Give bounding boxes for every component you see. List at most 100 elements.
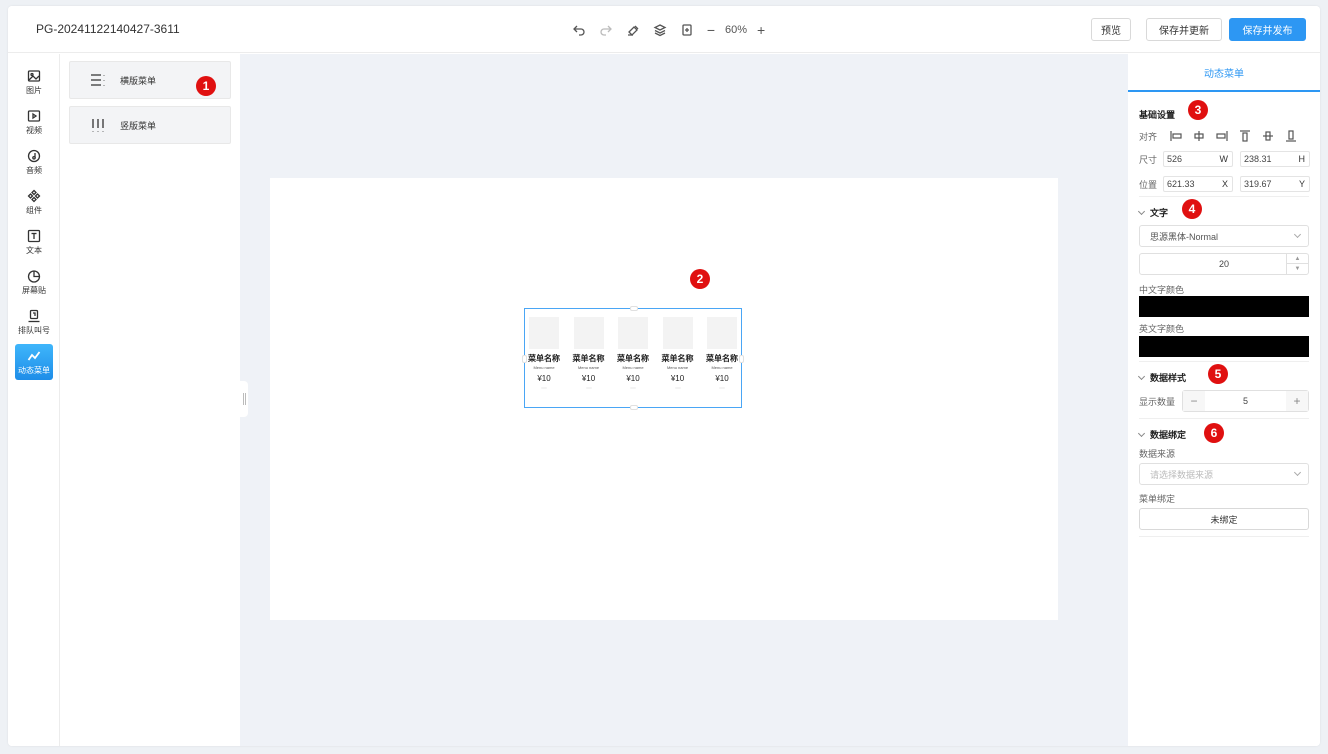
redo-icon[interactable] [597,21,614,38]
zoom-in-button[interactable]: + [755,23,767,37]
align-left-icon[interactable] [1169,130,1183,142]
cn-color-label: 中文字颜色 [1139,285,1185,295]
height-field[interactable]: 238.31 H [1240,151,1310,167]
size-label: 尺寸 [1139,155,1158,165]
audio-icon [27,149,41,162]
text-section-title: 文字 [1150,208,1169,218]
y-field[interactable]: 319.67 Y [1240,176,1310,192]
menu-item[interactable]: 菜单名称 Menu name ¥10 [660,309,696,407]
save-publish-button[interactable]: 保存并发布 [1229,18,1306,41]
x-suffix: X [1221,179,1228,189]
decrement-button[interactable]: − [1183,391,1205,411]
canvas[interactable]: 2 菜单名称 Menu name ¥10 菜单名称 Menu name ¥10 … [270,178,1058,620]
annotation-badge: 5 [1208,364,1228,384]
menu-item-price: ¥10 [626,374,640,383]
align-bottom-icon[interactable] [1284,130,1298,142]
annotation-badge: 6 [1204,423,1224,443]
data-binding-section-toggle[interactable]: 数据绑定 [1137,428,1187,441]
annotation-badge: 1 [196,76,216,96]
menu-item-name-en: Menu name [533,365,555,370]
align-right-icon[interactable] [1215,130,1229,142]
sidebar-item-text[interactable]: 文本 [15,224,53,260]
menu-item-price: ¥10 [537,374,551,383]
cn-color-swatch[interactable] [1139,296,1309,317]
tab-dynamic-menu[interactable]: 动态菜单 [1128,54,1320,92]
sidebar-item-label: 视频 [26,125,42,135]
increment-button[interactable]: + [1286,391,1308,411]
menu-item-image [573,317,604,349]
preview-button[interactable]: 预览 [1091,18,1131,41]
text-section-toggle[interactable]: 文字 [1137,206,1169,219]
sidebar-item-video[interactable]: 视频 [15,104,53,140]
sidebar-item-label: 动态菜单 [18,365,50,375]
height-suffix: H [1298,154,1306,164]
menu-item-tag [719,387,725,389]
sidebar-item-component[interactable]: 组件 [15,184,53,220]
font-size-input[interactable]: 20 ▲ ▼ [1139,253,1309,275]
zoom-level: 60% [725,23,748,36]
menu-item-name-en: Menu name [711,365,733,370]
chevron-down-icon [1293,230,1302,239]
component-vertical-menu[interactable]: 竖版菜单 [69,106,231,144]
sidebar-item-queue[interactable]: 排队叫号 [15,304,53,340]
x-field[interactable]: 621.33 X [1163,176,1233,192]
pie-icon [27,269,41,283]
menu-item[interactable]: 菜单名称 Menu name ¥10 [615,309,651,407]
dynamic-menu-widget[interactable]: 菜单名称 Menu name ¥10 菜单名称 Menu name ¥10 菜单… [522,306,744,410]
undo-icon[interactable] [570,21,587,38]
display-count-stepper[interactable]: − 5 + [1182,390,1309,412]
width-field[interactable]: 526 W [1163,151,1233,167]
align-top-icon[interactable] [1238,130,1252,142]
width-value: 526 [1167,154,1183,164]
menu-item-price: ¥10 [670,374,685,383]
align-center-h-icon[interactable] [1192,130,1206,142]
resize-handle[interactable] [739,355,744,363]
resize-handle[interactable] [630,405,638,410]
data-source-placeholder: 请选择数据来源 [1150,469,1214,480]
app-window: PG-20241122140427-3611 − 60% + 预览 保存并更新 … [8,6,1320,746]
align-center-v-icon[interactable] [1261,130,1275,142]
save-update-button[interactable]: 保存并更新 [1146,18,1222,41]
menu-item-tag [674,387,681,389]
font-select[interactable]: 思源黑体-Normal [1139,225,1309,247]
data-source-select[interactable]: 请选择数据来源 [1139,463,1309,485]
menu-item-tag [585,387,592,389]
sidebar-item-screen-sticker[interactable]: 屏幕贴 [15,264,53,300]
data-style-section-toggle[interactable]: 数据样式 [1137,371,1186,384]
menu-item-image [707,317,737,349]
data-binding-title: 数据绑定 [1150,430,1187,440]
annotation-badge: 2 [690,269,710,289]
y-suffix: Y [1298,179,1305,189]
en-color-swatch[interactable] [1139,336,1309,357]
component-label: 竖版菜单 [120,120,157,131]
font-size-spinner[interactable]: ▲ ▼ [1286,254,1308,274]
divider [1139,536,1309,537]
menu-item-price: ¥10 [581,374,596,383]
menu-bind-button[interactable]: 未绑定 [1139,508,1309,530]
fit-icon[interactable] [678,21,695,38]
chevron-down-icon [1137,429,1146,437]
sidebar-item-label: 组件 [26,205,42,215]
collapse-handle[interactable] [240,381,248,417]
sidebar-item-dynamic-menu[interactable]: 动态菜单 [15,344,53,380]
menu-item-name-en: Menu name [577,365,600,370]
resize-handle[interactable] [630,306,638,311]
zoom-out-button[interactable]: − [705,23,717,37]
sidebar-item-audio[interactable]: 音频 [15,144,53,180]
sidebar-item-image[interactable]: 图片 [15,64,53,100]
clear-icon[interactable] [624,21,641,38]
menu-item[interactable]: 菜单名称 Menu name ¥10 [571,309,607,407]
resize-handle[interactable] [522,355,527,363]
vertical-menu-icon [92,119,104,132]
menu-item-name: 菜单名称 [617,354,649,363]
menu-item[interactable]: 菜单名称 Menu name ¥10 [704,309,740,407]
menu-item-name: 菜单名称 [572,354,605,363]
annotation-badge: 4 [1182,199,1202,219]
component-icon [27,189,41,202]
layers-icon[interactable] [651,21,668,38]
menu-item[interactable]: 菜单名称 Menu name ¥10 [526,309,562,407]
dynamic-menu-icon [27,350,41,361]
menu-item-tag [541,387,547,389]
image-icon [27,69,41,82]
font-size-value: 20 [1218,259,1229,269]
